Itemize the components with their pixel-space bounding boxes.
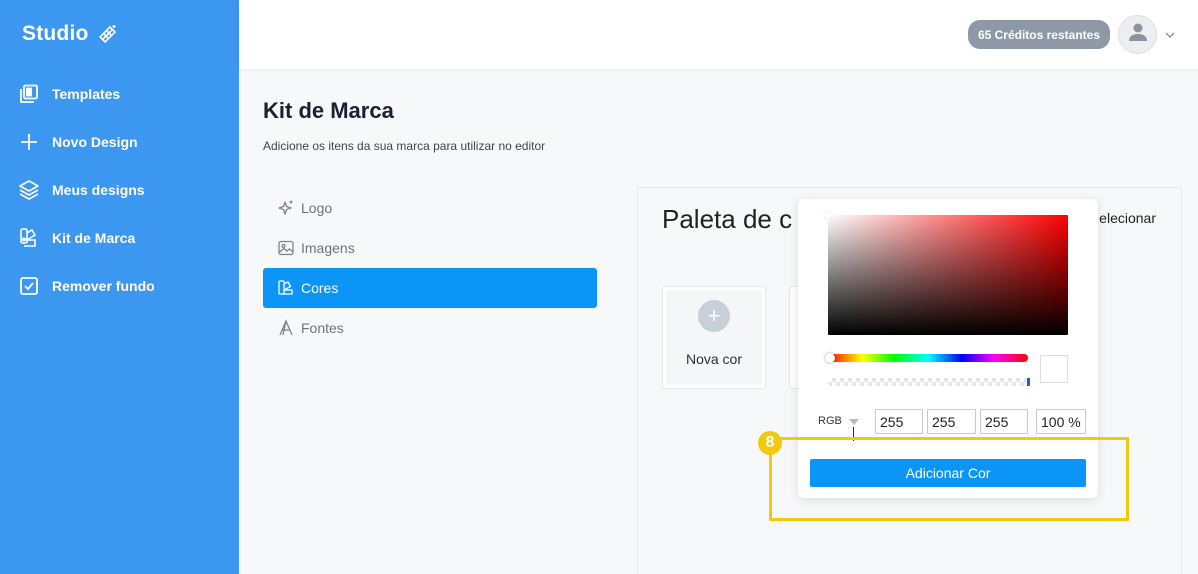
sidebar-item-novo-design[interactable]: Novo Design: [0, 118, 239, 166]
sidebar-item-label: Meus designs: [52, 182, 145, 198]
caret-down-icon[interactable]: [849, 419, 859, 425]
new-color-card-body: + Nova cor: [666, 290, 762, 385]
tab-imagens[interactable]: Imagens: [263, 228, 597, 268]
brand-kit-icon: [18, 227, 40, 249]
font-icon: [277, 319, 295, 337]
brand-name: Studio: [22, 22, 89, 45]
green-input[interactable]: 255: [927, 409, 976, 434]
sidebar-nav: Templates Novo Design Meus designs Kit d…: [0, 70, 239, 310]
sidebar-item-label: Templates: [52, 86, 121, 102]
alpha-slider[interactable]: [828, 378, 1030, 386]
plus-circle-icon: +: [698, 300, 730, 332]
page-subtitle: Adicione os itens da sua marca para util…: [263, 139, 546, 153]
popover-arrow: [790, 341, 798, 357]
sidebar-item-templates[interactable]: Templates: [0, 70, 239, 118]
new-color-button[interactable]: + Nova cor: [662, 286, 766, 389]
avatar[interactable]: [1118, 15, 1157, 54]
sparkle-icon: [277, 199, 295, 217]
red-input[interactable]: 255: [875, 409, 923, 434]
tutorial-highlight: [769, 437, 1129, 521]
checkbox-icon: [18, 275, 40, 297]
tab-label: Imagens: [301, 240, 355, 256]
credits-badge[interactable]: 65 Créditos restantes: [967, 20, 1110, 49]
color-preview-swatch: [1040, 355, 1068, 383]
sidebar-item-meus-designs[interactable]: Meus designs: [0, 166, 239, 214]
tab-label: Logo: [301, 200, 333, 216]
blue-input[interactable]: 255: [980, 409, 1028, 434]
chevron-down-icon[interactable]: [1164, 28, 1176, 40]
brand-kit-tabs: Logo Imagens Cores Fontes: [263, 188, 597, 348]
panel-title: Paleta de c: [662, 204, 793, 234]
sidebar-item-label: Remover fundo: [52, 278, 155, 294]
tab-cores[interactable]: Cores: [263, 268, 597, 308]
tab-logo[interactable]: Logo: [263, 188, 597, 228]
plus-icon: [18, 131, 40, 153]
sidebar-item-label: Novo Design: [52, 134, 138, 150]
select-button[interactable]: elecionar: [1099, 210, 1156, 226]
tab-label: Fontes: [301, 320, 344, 336]
palette-icon: [277, 279, 295, 297]
hue-handle[interactable]: [825, 353, 835, 363]
sidebar-item-remover-fundo[interactable]: Remover fundo: [0, 262, 239, 310]
layers-icon: [18, 179, 40, 201]
topbar: 65 Créditos restantes: [239, 0, 1198, 69]
tab-fontes[interactable]: Fontes: [263, 308, 597, 348]
sidebar-item-kit-de-marca[interactable]: Kit de Marca: [0, 214, 239, 262]
templates-icon: [18, 83, 40, 105]
alpha-input[interactable]: 100 %: [1036, 409, 1086, 434]
sidebar: Studio Templates Novo Design Meus design…: [0, 0, 239, 574]
sidebar-item-label: Kit de Marca: [52, 230, 136, 246]
user-icon: [1127, 21, 1149, 48]
image-icon: [277, 239, 295, 257]
magic-wand-icon: [97, 23, 119, 45]
new-color-label: Nova cor: [685, 351, 743, 367]
saturation-handle[interactable]: [824, 211, 832, 219]
page-title: Kit de Marca: [263, 98, 394, 123]
tutorial-step-badge: 8: [758, 431, 782, 455]
hue-slider[interactable]: [825, 353, 1028, 363]
brand-logo[interactable]: Studio: [22, 22, 119, 46]
color-mode-select[interactable]: RGB: [818, 415, 842, 427]
alpha-handle[interactable]: [1027, 378, 1030, 386]
saturation-value-area[interactable]: [824, 211, 1068, 335]
tab-label: Cores: [301, 280, 339, 296]
